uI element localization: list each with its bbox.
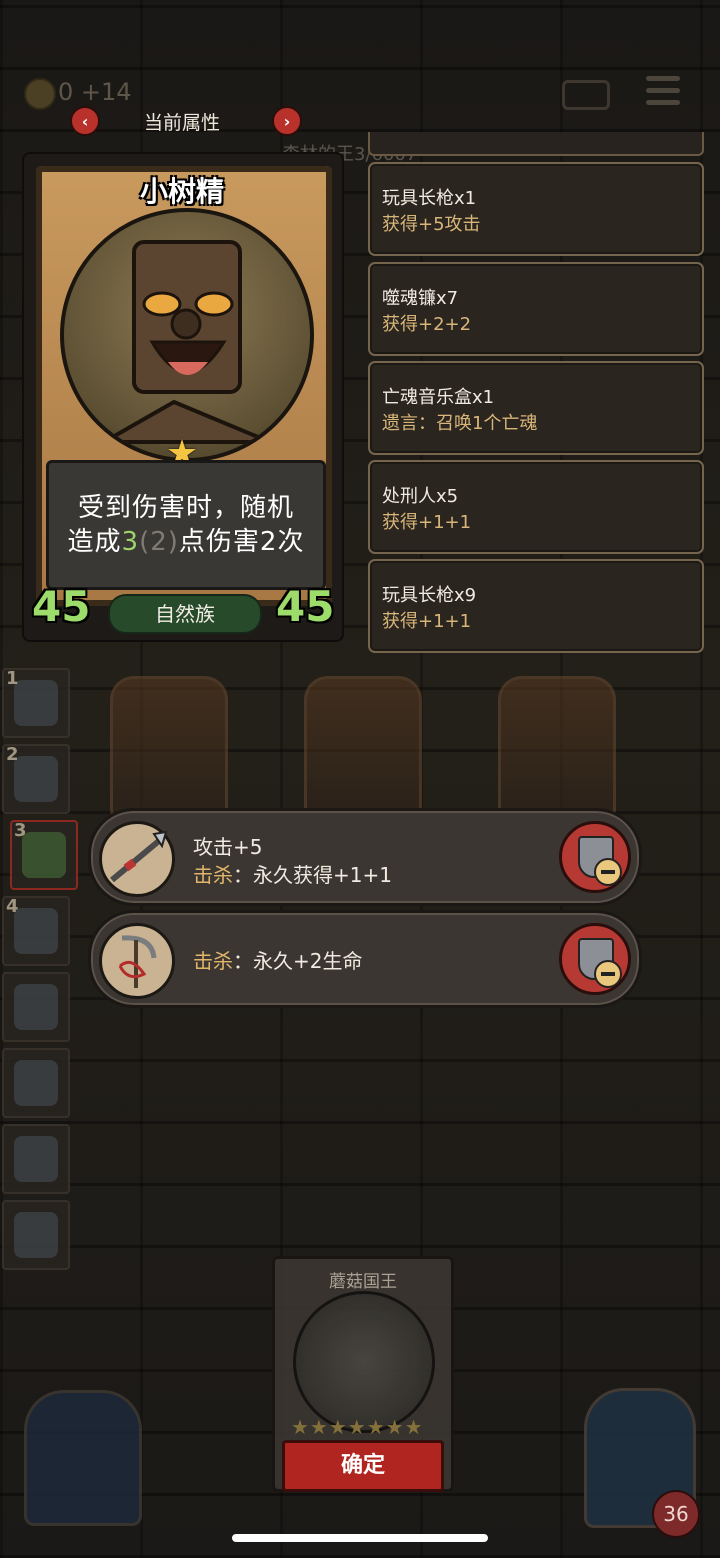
toy-spear-icon	[99, 821, 175, 897]
tree-spirit-portrait	[60, 208, 314, 462]
sidebar-slot[interactable]	[2, 1048, 70, 1118]
opponent-avatar	[14, 908, 58, 954]
sidebar-slot[interactable]: 1	[2, 668, 70, 738]
ability-kill-text: 击杀：永久+2生命	[193, 945, 362, 974]
sidebar-slot[interactable]	[2, 1124, 70, 1194]
home-indicator[interactable]	[232, 1534, 488, 1542]
desc-suffix: 点伤害2次	[178, 527, 305, 557]
buff-name: 处刑人x5	[382, 486, 459, 507]
slot-number: 2	[6, 744, 19, 765]
sidebar-slot[interactable]: 4	[2, 896, 70, 966]
desc-line-1: 受到伤害时，随机	[77, 493, 294, 523]
tribe-label: 自然族	[108, 594, 262, 634]
king-stars: ★★★★★★★	[291, 1415, 424, 1439]
opponent-avatar	[14, 1136, 58, 1182]
soul-scythe-icon	[99, 923, 175, 999]
battery-charging-icon	[562, 80, 610, 110]
buff-effect: 获得+1+1	[382, 512, 472, 533]
remove-ability-button[interactable]	[559, 821, 631, 893]
opponent-avatar	[22, 832, 66, 878]
confirm-button[interactable]: 确定	[282, 1440, 444, 1492]
opponent-avatar	[14, 1060, 58, 1106]
next-arrow-button[interactable]: ›	[272, 106, 302, 136]
buff-name: 玩具长枪x9	[382, 585, 477, 606]
buff-name: 噬魂镰x7	[382, 288, 459, 309]
slot-number: 1	[6, 668, 19, 689]
opponent-avatar	[14, 984, 58, 1030]
buff-effect: 获得+1+1	[382, 611, 472, 632]
card-description: 受到伤害时，随机 造成3(2)点伤害2次	[46, 460, 326, 590]
buff-item: 玩具长枪x1 获得+5攻击	[368, 162, 704, 256]
ability-row: 击杀：永久+2生命	[88, 910, 642, 1008]
buff-list-top-edge	[368, 132, 704, 156]
ability-row: 攻击+5 击杀：永久获得+1+1	[88, 808, 642, 906]
desc-line-2: 造成3(2)点伤害2次	[49, 525, 323, 559]
buff-effect: 获得+5攻击	[382, 214, 481, 235]
kill-label: 击杀	[193, 863, 233, 887]
buff-effect: 获得+2+2	[382, 314, 472, 335]
king-name: 蘑菇国王	[329, 1272, 397, 1292]
kill-label: 击杀	[193, 949, 233, 973]
buff-item: 玩具长枪x9 获得+1+1	[368, 559, 704, 653]
coin-count: 0 +14	[58, 78, 132, 106]
desc-damage-value: 3	[121, 527, 140, 557]
minus-icon	[594, 960, 622, 988]
desc-base-value: (2)	[139, 527, 179, 557]
kill-effect: ：永久+2生命	[233, 949, 363, 973]
attack-value: 45	[32, 582, 91, 631]
minus-icon	[594, 858, 622, 886]
slot-number: 3	[14, 820, 27, 841]
health-value: 45	[276, 582, 335, 631]
sidebar-slot[interactable]	[2, 1200, 70, 1270]
remove-ability-button[interactable]	[559, 923, 631, 995]
sidebar-slot[interactable]	[2, 972, 70, 1042]
ability-kill-text: 击杀：永久获得+1+1	[193, 859, 392, 888]
sidebar-slot-active[interactable]: 3	[10, 820, 78, 890]
player-hero-portrait[interactable]	[24, 1390, 142, 1526]
kill-effect: ：永久获得+1+1	[233, 863, 392, 887]
prev-arrow-button[interactable]: ‹	[70, 106, 100, 136]
opponent-avatar	[14, 756, 58, 802]
opponent-avatar	[14, 1212, 58, 1258]
buff-name: 玩具长枪x1	[382, 188, 477, 209]
buff-item: 处刑人x5 获得+1+1	[368, 460, 704, 554]
attribute-title: 当前属性	[143, 112, 220, 134]
opponent-avatar	[14, 680, 58, 726]
sidebar-slot[interactable]: 2	[2, 744, 70, 814]
buff-item: 亡魂音乐盒x1 遗言：召唤1个亡魂	[368, 361, 704, 455]
buff-effect: 遗言：召唤1个亡魂	[382, 413, 538, 434]
card-name: 小树精	[139, 175, 224, 208]
desc-prefix: 造成	[67, 527, 122, 557]
mushroom-king-portrait	[293, 1291, 435, 1433]
buff-item: 噬魂镰x7 获得+2+2	[368, 262, 704, 356]
buff-name: 亡魂音乐盒x1	[382, 387, 495, 408]
hero-health-badge: 36	[652, 1490, 700, 1538]
ability-text: 攻击+5	[193, 835, 263, 859]
slot-number: 4	[6, 896, 19, 917]
menu-icon[interactable]	[646, 76, 680, 106]
coin-icon	[24, 78, 56, 110]
